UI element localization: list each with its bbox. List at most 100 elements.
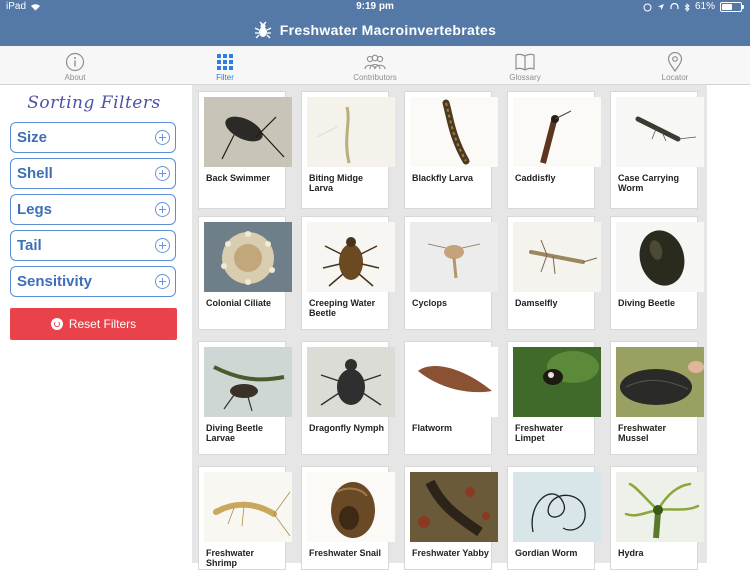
species-card[interactable]: Freshwater Snail bbox=[301, 466, 395, 570]
battery-percent: 61% bbox=[694, 1, 715, 12]
species-name: Freshwater Yabby bbox=[412, 548, 489, 558]
tab-contributors-label: Contributors bbox=[353, 73, 397, 82]
species-card[interactable]: Dragonfly Nymph bbox=[301, 341, 395, 455]
species-card[interactable]: Cyclops bbox=[404, 216, 498, 330]
people-icon bbox=[363, 51, 387, 73]
colonial-ciliate-photo bbox=[204, 222, 292, 292]
filter-legs[interactable]: Legs bbox=[10, 194, 176, 225]
filter-sidebar: Sorting Filters Size Shell Legs Tail Sen… bbox=[0, 85, 188, 563]
species-name: Cyclops bbox=[412, 298, 448, 308]
battery-icon bbox=[720, 2, 744, 12]
back-swimmer-photo bbox=[204, 97, 292, 167]
expand-plus-icon[interactable] bbox=[155, 202, 170, 217]
location-arrow-icon bbox=[657, 4, 664, 10]
reset-filters-button[interactable]: Reset Filters bbox=[10, 308, 177, 340]
species-card[interactable]: Blackfly Larva bbox=[404, 91, 498, 209]
filter-shell-label: Shell bbox=[17, 165, 53, 182]
species-grid: Back Swimmer Biting Midge Larva Blackfly… bbox=[192, 85, 707, 570]
species-card[interactable]: Flatworm bbox=[404, 341, 498, 455]
tab-locator[interactable]: Locator bbox=[625, 46, 725, 84]
freshwater-limpet-photo bbox=[513, 347, 601, 417]
bluetooth-icon bbox=[684, 2, 690, 12]
tab-about-label: About bbox=[64, 73, 86, 82]
species-card[interactable]: Colonial Ciliate bbox=[198, 216, 292, 330]
species-name: Gordian Worm bbox=[515, 548, 578, 558]
filter-size-label: Size bbox=[17, 129, 48, 146]
filter-sensitivity-label: Sensitivity bbox=[17, 273, 93, 290]
species-name: Colonial Ciliate bbox=[206, 298, 272, 308]
tab-bar: About Filter Contributors Glossary Locat… bbox=[0, 46, 750, 85]
species-name: Case Carrying Worm bbox=[618, 173, 680, 193]
tab-locator-label: Locator bbox=[661, 73, 689, 82]
species-card[interactable]: Caddisfly bbox=[507, 91, 601, 209]
gordian-worm-photo bbox=[513, 472, 601, 542]
species-card[interactable]: Freshwater Yabby bbox=[404, 466, 498, 570]
tab-filter[interactable]: Filter bbox=[175, 46, 275, 84]
flatworm-photo bbox=[410, 347, 498, 417]
info-icon bbox=[65, 51, 85, 73]
hydra-photo bbox=[616, 472, 704, 542]
species-name: Diving Beetle Larvae bbox=[206, 423, 264, 443]
species-name: Freshwater Mussel bbox=[618, 423, 667, 443]
species-card[interactable]: Gordian Worm bbox=[507, 466, 601, 570]
species-name: Back Swimmer bbox=[206, 173, 271, 183]
location-pin-icon bbox=[667, 51, 683, 73]
app-header: iPad 9:19 pm 61% Freshwater Macroinverte… bbox=[0, 0, 750, 46]
reset-filters-label: Reset Filters bbox=[68, 317, 137, 331]
species-name: Freshwater Snail bbox=[309, 548, 382, 558]
species-name: Dragonfly Nymph bbox=[309, 423, 385, 433]
tab-about[interactable]: About bbox=[25, 46, 125, 84]
diving-beetle-photo bbox=[616, 222, 704, 292]
status-time: 9:19 pm bbox=[356, 1, 394, 12]
cyclops-photo bbox=[410, 222, 498, 292]
species-card[interactable]: Freshwater Mussel bbox=[610, 341, 704, 455]
sorting-filters-title: Sorting Filters bbox=[27, 93, 161, 113]
species-card[interactable]: Back Swimmer bbox=[198, 91, 292, 209]
species-name: Diving Beetle bbox=[618, 298, 676, 308]
species-card[interactable]: Hydra bbox=[610, 466, 704, 570]
freshwater-mussel-photo bbox=[616, 347, 704, 417]
species-name: Biting Midge Larva bbox=[309, 173, 363, 193]
expand-plus-icon[interactable] bbox=[155, 166, 170, 181]
species-name: Freshwater Limpet bbox=[515, 423, 564, 443]
grid-icon bbox=[216, 51, 234, 73]
species-card[interactable]: Biting Midge Larva bbox=[301, 91, 395, 209]
tab-glossary[interactable]: Glossary bbox=[475, 46, 575, 84]
reset-icon bbox=[50, 318, 63, 330]
caddisfly-photo bbox=[513, 97, 601, 167]
freshwater-shrimp-photo bbox=[204, 472, 292, 542]
expand-plus-icon[interactable] bbox=[155, 238, 170, 253]
expand-plus-icon[interactable] bbox=[155, 130, 170, 145]
tab-filter-label: Filter bbox=[216, 73, 234, 82]
species-card[interactable]: Freshwater Limpet bbox=[507, 341, 601, 455]
freshwater-snail-photo bbox=[307, 472, 395, 542]
species-name: Creeping Water Beetle bbox=[309, 298, 376, 318]
filter-legs-label: Legs bbox=[17, 201, 53, 218]
creeping-water-beetle-photo bbox=[307, 222, 395, 292]
lock-rotation-icon bbox=[643, 3, 652, 11]
species-card[interactable]: Diving Beetle Larvae bbox=[198, 341, 292, 455]
species-card[interactable]: Case Carrying Worm bbox=[610, 91, 704, 209]
bug-icon bbox=[254, 21, 272, 39]
filter-tail[interactable]: Tail bbox=[10, 230, 176, 261]
filter-sensitivity[interactable]: Sensitivity bbox=[10, 266, 176, 297]
app-title-bar: Freshwater Macroinvertebrates bbox=[0, 18, 750, 42]
species-card[interactable]: Freshwater Shrimp bbox=[198, 466, 292, 570]
species-card[interactable]: Diving Beetle bbox=[610, 216, 704, 330]
species-name: Caddisfly bbox=[515, 173, 556, 183]
species-name: Freshwater Shrimp bbox=[206, 548, 255, 568]
species-name: Blackfly Larva bbox=[412, 173, 474, 183]
damselfly-photo bbox=[513, 222, 601, 292]
species-card[interactable]: Creeping Water Beetle bbox=[301, 216, 395, 330]
book-icon bbox=[514, 51, 536, 73]
tab-contributors[interactable]: Contributors bbox=[325, 46, 425, 84]
tab-glossary-label: Glossary bbox=[509, 73, 541, 82]
filter-tail-label: Tail bbox=[17, 237, 42, 254]
status-bar: iPad 9:19 pm 61% bbox=[0, 0, 750, 14]
filter-size[interactable]: Size bbox=[10, 122, 176, 153]
species-name: Flatworm bbox=[412, 423, 453, 433]
filter-shell[interactable]: Shell bbox=[10, 158, 176, 189]
page-title: Freshwater Macroinvertebrates bbox=[279, 22, 497, 38]
species-card[interactable]: Damselfly bbox=[507, 216, 601, 330]
expand-plus-icon[interactable] bbox=[155, 274, 170, 289]
